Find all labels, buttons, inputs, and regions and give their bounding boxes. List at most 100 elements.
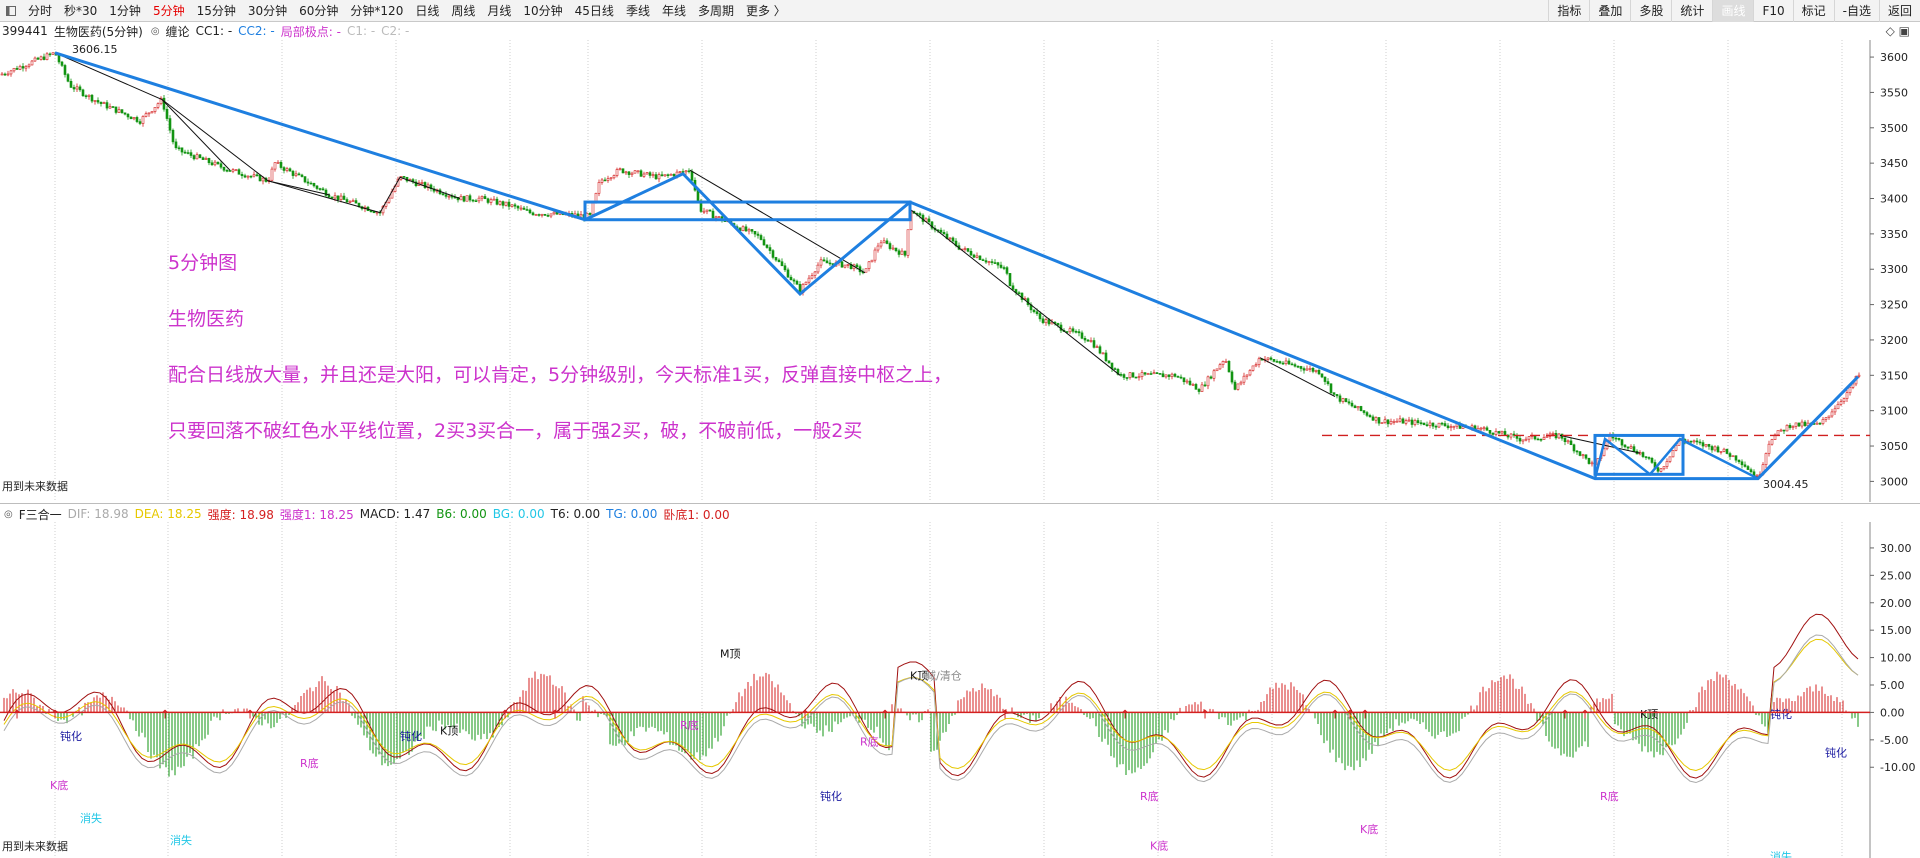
candle-body: [780, 261, 784, 267]
candle-body: [180, 147, 184, 153]
stock-code: 399441: [2, 24, 48, 38]
period-tab[interactable]: 周线: [445, 0, 481, 22]
candle-body: [87, 94, 91, 97]
candle-body: [1782, 429, 1786, 432]
window-restore-icon[interactable]: ▣: [1899, 24, 1910, 38]
candle-body: [1767, 443, 1771, 454]
period-tab[interactable]: 10分钟: [517, 0, 568, 22]
candle-body: [339, 195, 343, 200]
candle-body: [501, 201, 505, 206]
toolbar-button[interactable]: 叠加: [1589, 0, 1630, 22]
candle-body: [1149, 373, 1153, 375]
period-tab[interactable]: 30分钟: [242, 0, 293, 22]
period-tab[interactable]: 更多 〉: [740, 0, 792, 22]
diamond-icon[interactable]: ◇: [1886, 24, 1895, 38]
candle-body: [879, 242, 883, 247]
candle-body: [807, 277, 811, 283]
price-tick-label: 3100: [1880, 405, 1908, 418]
candle-body: [312, 183, 316, 187]
candle-body: [189, 152, 193, 156]
candle-body: [1578, 451, 1582, 456]
candle-body: [1383, 419, 1387, 423]
candle-body: [1227, 360, 1231, 373]
period-tab[interactable]: 秒*30: [58, 0, 103, 22]
candle-body: [1842, 398, 1846, 402]
candle-body: [1590, 462, 1594, 465]
period-tab[interactable]: 分钟*120: [344, 0, 409, 22]
candle-body: [108, 106, 112, 109]
candle-body: [420, 182, 424, 184]
candle-body: [1302, 368, 1306, 371]
candle-body: [549, 213, 553, 217]
period-tab[interactable]: 分时: [22, 0, 58, 22]
candle-body: [756, 233, 760, 236]
sub-indicator-name[interactable]: F三合一: [19, 506, 62, 523]
period-tab[interactable]: 年线: [656, 0, 692, 22]
period-tab[interactable]: 多周期: [692, 0, 740, 22]
indicator-tag: K顶: [1640, 708, 1658, 721]
candle-body: [984, 260, 988, 263]
indicator-circle-icon[interactable]: ◎: [151, 26, 160, 37]
period-tab[interactable]: 月线: [481, 0, 517, 22]
candle-body: [1413, 420, 1417, 425]
candle-body: [651, 174, 655, 176]
candle-body: [1248, 370, 1252, 376]
period-tab[interactable]: 1分钟: [103, 0, 147, 22]
period-tab[interactable]: 季线: [620, 0, 656, 22]
toolbar-button[interactable]: 多股: [1630, 0, 1671, 22]
candle-body: [999, 264, 1003, 268]
candle-body: [1179, 376, 1183, 379]
candle-body: [1299, 366, 1303, 369]
price-tick-label: 3350: [1880, 228, 1908, 241]
indicator-name[interactable]: 缠论: [166, 23, 190, 40]
toolbar-button[interactable]: 返回: [1878, 0, 1920, 22]
candle-body: [1692, 440, 1696, 443]
toolbar-button[interactable]: 统计: [1671, 0, 1712, 22]
candle-body: [1083, 338, 1087, 341]
indicator-chart[interactable]: K顶减/清仓钝化K底消失K顶钝化消失钝化钝化R底钝化K底K顶R底消失K底消失R底…: [0, 522, 1920, 858]
candle-body: [231, 169, 235, 172]
candle-body: [717, 216, 721, 218]
candle-body: [1230, 371, 1234, 383]
candle-body: [1656, 467, 1660, 472]
toolbar-button[interactable]: F10: [1753, 0, 1792, 22]
sub-indicator-circle-icon[interactable]: ◎: [4, 509, 13, 520]
period-tab[interactable]: 5分钟: [147, 0, 191, 22]
buy-arrow-icon: ↑: [500, 707, 510, 721]
candle-body: [459, 196, 463, 201]
candle-body: [150, 111, 154, 114]
candle-body: [144, 113, 148, 117]
toolbar-button[interactable]: 指标: [1548, 0, 1589, 22]
toolbar-button[interactable]: 画线: [1712, 0, 1754, 22]
period-tab[interactable]: 15分钟: [191, 0, 242, 22]
candle-body: [237, 169, 241, 175]
candle-body: [270, 168, 274, 181]
candle-body: [1662, 466, 1666, 470]
candle-body: [99, 101, 103, 104]
candle-body: [1620, 439, 1624, 446]
indicator-tag: M顶: [720, 648, 741, 661]
candle-body: [1197, 389, 1201, 392]
candle-body: [615, 169, 619, 176]
layout-toggle-icon[interactable]: [6, 5, 16, 16]
candle-body: [1494, 431, 1498, 435]
candle-body: [822, 259, 826, 262]
candle-body: [240, 174, 244, 176]
candle-body: [534, 214, 538, 216]
period-tab[interactable]: 60分钟: [293, 0, 344, 22]
candle-body: [1521, 439, 1525, 442]
period-tab[interactable]: 日线: [409, 0, 445, 22]
candle-body: [72, 87, 76, 90]
stroke-line: [54, 52, 461, 214]
candle-body: [1251, 365, 1255, 371]
period-tab[interactable]: 45日线: [569, 0, 620, 22]
candle-body: [1827, 415, 1831, 418]
candle-body: [1101, 352, 1105, 355]
candle-body: [1296, 365, 1300, 368]
candle-body: [51, 52, 55, 55]
toolbar-button[interactable]: 标记: [1792, 0, 1834, 22]
price-tick-label: 3000: [1880, 475, 1908, 488]
toolbar-button[interactable]: -自选: [1833, 0, 1879, 22]
candle-body: [147, 112, 151, 115]
candle-body: [297, 173, 301, 176]
